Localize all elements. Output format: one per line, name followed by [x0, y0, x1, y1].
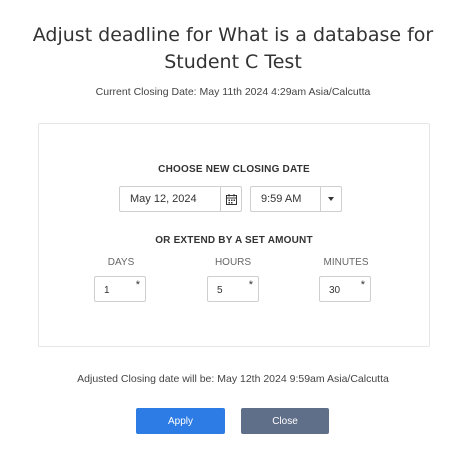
required-mark: * — [360, 279, 365, 291]
days-label: DAYS — [107, 257, 135, 268]
calendar-icon — [225, 193, 237, 205]
deadline-panel: CHOOSE NEW CLOSING DATE May 12, 2024 9:5… — [38, 123, 430, 347]
adjusted-closing-date: Adjusted Closing date will be: May 12th … — [77, 373, 389, 385]
current-closing-date: Current Closing Date: May 11th 2024 4:29… — [95, 86, 371, 98]
date-input[interactable]: May 12, 2024 — [119, 186, 242, 212]
dialog-title: Adjust deadline for What is a database f… — [32, 24, 434, 73]
hours-input[interactable]: 5 * — [207, 276, 259, 302]
apply-button[interactable]: Apply — [136, 408, 225, 434]
minutes-input[interactable]: 30 * — [319, 276, 371, 302]
time-value: 9:59 AM — [261, 193, 302, 205]
required-mark: * — [248, 279, 253, 291]
minutes-value: 30 — [329, 285, 341, 296]
extend-heading: OR EXTEND BY A SET AMOUNT — [155, 235, 313, 246]
calendar-button[interactable] — [220, 187, 241, 211]
days-value: 1 — [104, 285, 110, 296]
days-input[interactable]: 1 * — [94, 276, 146, 302]
time-dropdown-button[interactable] — [320, 187, 341, 211]
required-mark: * — [135, 279, 140, 291]
hours-label: HOURS — [214, 257, 252, 268]
chevron-down-icon — [328, 197, 334, 201]
time-select[interactable]: 9:59 AM — [250, 186, 342, 212]
date-value: May 12, 2024 — [130, 193, 197, 205]
close-button[interactable]: Close — [241, 408, 329, 434]
minutes-label: MINUTES — [323, 257, 369, 268]
hours-value: 5 — [217, 285, 223, 296]
choose-date-heading: CHOOSE NEW CLOSING DATE — [158, 164, 310, 175]
